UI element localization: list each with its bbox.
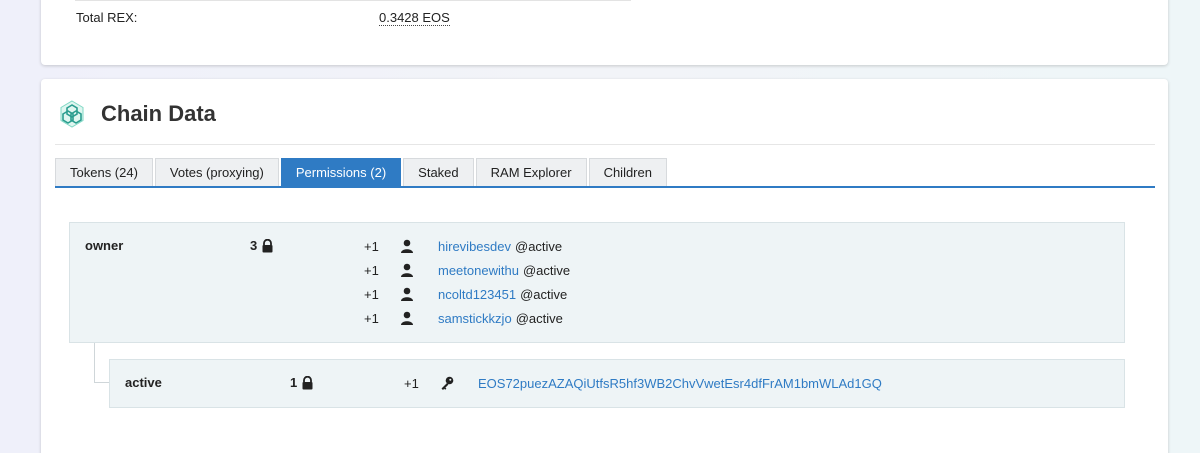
tree-connector [94,343,109,383]
chain-data-card: Chain Data Tokens (24) Votes (proxying) … [41,79,1168,453]
tab-bar: Tokens (24) Votes (proxying) Permissions… [55,158,1155,188]
list-item: +1 EOS72puezAZAQiUtfsR5hf3WB2ChvVwetEsr4… [404,375,882,391]
permission-name: active [125,375,162,390]
account-permission: @active [522,262,571,278]
weight: +1 [364,310,379,326]
permission-name: owner [85,238,124,253]
tab-ram-explorer[interactable]: RAM Explorer [475,158,587,186]
lock-icon [262,238,273,252]
threshold-value: 1 [290,375,298,390]
user-icon [401,287,413,301]
weight: +1 [404,375,419,391]
tab-tokens[interactable]: Tokens (24) [55,158,153,186]
account-link[interactable]: hirevibesdev [438,239,511,254]
user-icon [401,263,413,277]
tab-children[interactable]: Children [588,158,667,186]
lock-icon [302,375,313,389]
key-icon [441,376,454,390]
account-permission: @active [520,286,568,302]
divider [75,0,631,1]
list-item: +1 hirevibesdev @active [364,238,562,254]
tab-votes[interactable]: Votes (proxying) [154,158,279,186]
tab-staked[interactable]: Staked [403,158,474,186]
section-header: Chain Data [57,99,216,129]
user-icon [401,311,413,325]
permission-active: active 1 +1 EOS72puezAZAQiUtfsR5hf3WB2Ch… [109,359,1125,408]
weight: +1 [364,238,379,254]
divider [55,144,1155,145]
chain-data-icon [60,100,84,128]
account-link[interactable]: meetonewithu [438,263,519,278]
user-icon [401,239,413,253]
account-permission: @active [515,310,563,326]
account-link[interactable]: ncoltd123451 [438,287,516,302]
resources-card: Total REX: 0.3428 EOS [41,0,1168,65]
list-item: +1 samstickkzjo @active [364,310,563,326]
permission-owner: owner 3 +1 hirevibesdev @active +1 meeto… [69,222,1125,343]
permission-threshold: 1 [290,375,314,390]
threshold-value: 3 [250,238,258,253]
account-permission: @active [515,238,563,254]
total-rex-label: Total REX: [76,10,138,25]
public-key-link[interactable]: EOS72puezAZAQiUtfsR5hf3WB2ChvVwetEsr4dfF… [478,376,882,391]
permission-threshold: 3 [250,238,274,253]
account-link[interactable]: samstickkzjo [438,311,512,326]
list-item: +1 meetonewithu @active [364,262,570,278]
tab-permissions[interactable]: Permissions (2) [280,158,402,186]
section-title: Chain Data [101,101,216,126]
list-item: +1 ncoltd123451 @active [364,286,567,302]
weight: +1 [364,286,379,302]
total-rex-value[interactable]: 0.3428 EOS [379,10,450,26]
weight: +1 [364,262,379,278]
